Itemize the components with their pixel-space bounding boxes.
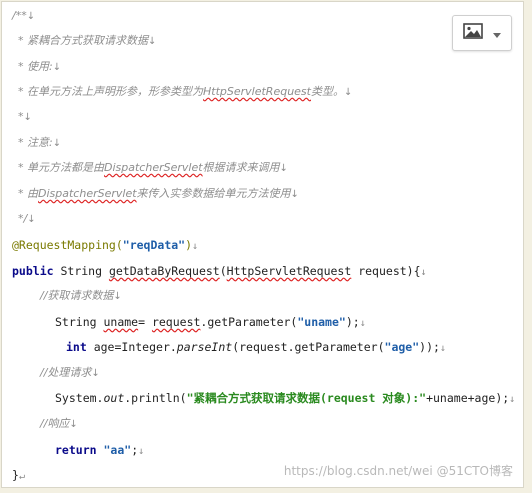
code-line: /**↓ <box>12 9 36 22</box>
image-options-button[interactable] <box>452 15 512 51</box>
code-line: * 紧耦合方式获取请求数据↓ <box>18 34 157 47</box>
code-line: * 注意:↓ <box>18 136 62 149</box>
code-line: //获取请求数据↓ <box>40 289 122 302</box>
code-line: System.out.println("紧耦合方式获取请求数据(request … <box>55 391 516 405</box>
code-line: * 使用:↓ <box>18 60 62 73</box>
code-line: int age=Integer.parseInt(request.getPara… <box>66 340 446 354</box>
code-line: */↓ <box>18 212 36 225</box>
code-line: public String getDataByRequest(HttpServl… <box>12 264 427 278</box>
code-line: String uname= request.getParameter("unam… <box>55 315 366 329</box>
code-line: @RequestMapping("reqData")↓ <box>12 238 199 252</box>
code-line: * 单元方法都是由DispatcherServlet根据请求来调用↓ <box>18 161 288 174</box>
code-line: //响应↓ <box>40 417 78 430</box>
chevron-down-icon <box>493 24 501 43</box>
editor-panel: /**↓ * 紧耦合方式获取请求数据↓ * 使用:↓ * 在单元方法上声明形参，… <box>1 1 524 488</box>
code-line: //处理请求↓ <box>40 366 100 379</box>
image-icon <box>463 23 483 43</box>
code-line: return "aa";↓ <box>55 443 145 457</box>
watermark: https://blog.csdn.net/wei @51CTO博客 <box>283 464 513 478</box>
code-line: * 由DispatcherServlet来传入实参数据给单元方法使用↓ <box>18 187 299 200</box>
code-line: *↓ <box>18 110 32 123</box>
code-line: * 在单元方法上声明形参，形参类型为HttpServletRequest类型。↓ <box>18 85 353 98</box>
code-line: }↵ <box>12 468 25 482</box>
